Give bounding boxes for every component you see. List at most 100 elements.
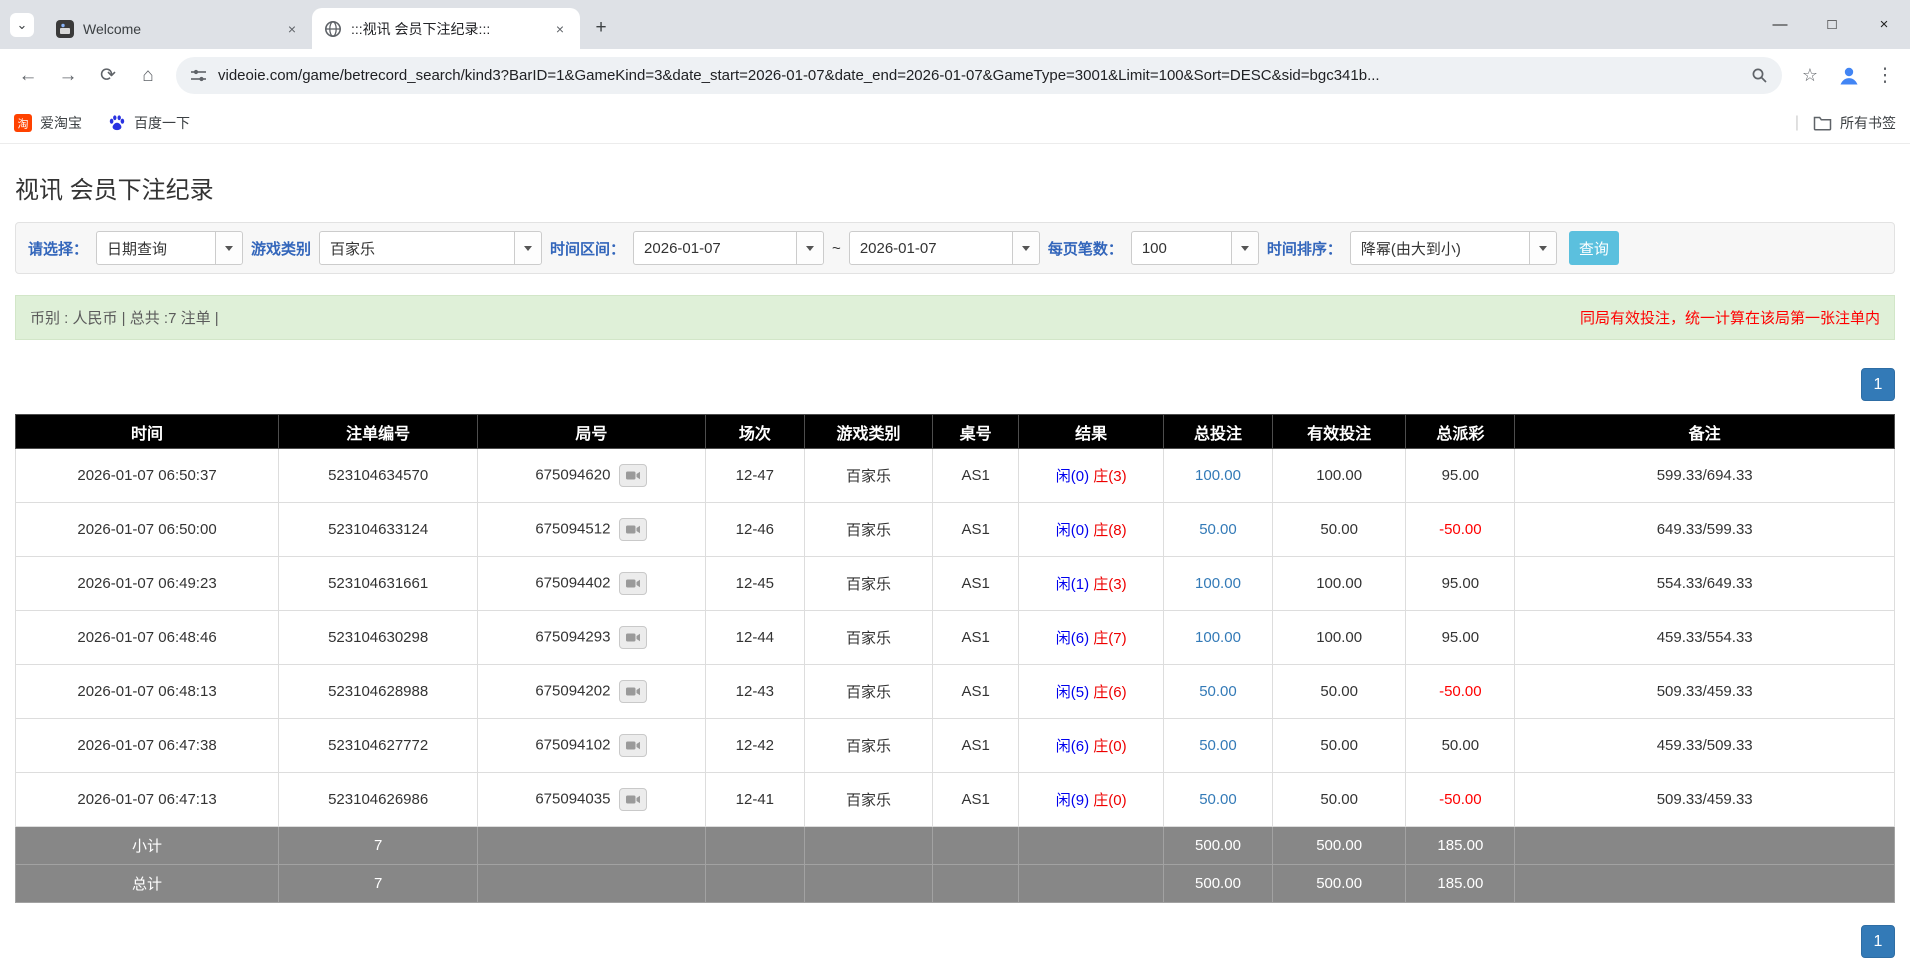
cell-payout: -50.00 [1405, 502, 1516, 557]
page-size-label: 每页笔数： [1047, 240, 1123, 258]
all-bookmarks-label: 所有书签 [1840, 114, 1896, 131]
cell-table-no: AS1 [931, 772, 1020, 827]
home-button[interactable]: ⌂ [130, 58, 166, 94]
tab-bet-records[interactable]: :::视讯 会员下注纪录::: × [312, 8, 580, 49]
chevron-down-icon[interactable] [796, 232, 824, 264]
result-banker: 庄(7) [1093, 630, 1127, 647]
total-bet-link[interactable]: 100.00 [1195, 467, 1241, 484]
cell-payout: 95.00 [1405, 610, 1516, 665]
bookmark-baidu[interactable]: 百度一下 [108, 113, 190, 133]
cell-note: 509.33/459.33 [1514, 664, 1895, 719]
cell-game-kind: 百家乐 [804, 664, 933, 719]
bet-records-table: 时间 注单编号 局号 场次 游戏类别 桌号 结果 总投注 有效投注 总派彩 备注 2026-01-0… [14, 414, 1895, 903]
chevron-down-icon[interactable] [1011, 232, 1039, 264]
tab-welcome[interactable]: Welcome × [44, 8, 312, 49]
close-tab-icon[interactable]: × [282, 19, 302, 39]
result-banker: 庄(3) [1093, 468, 1127, 485]
filter-bar: 请选择： 日期查询 游戏类别 百家乐 时间区间： 2026-01-07 ~ 20… [15, 222, 1895, 274]
footer-cell [477, 826, 706, 865]
tab-strip: ⌄ Welcome × :::视讯 会员下注纪录::: × + — □ × [0, 0, 1910, 49]
video-replay-icon[interactable] [619, 680, 648, 703]
chevron-down-icon[interactable] [215, 232, 243, 264]
cell-valid-bet: 50.00 [1271, 772, 1407, 827]
column-header: 总投注 [1163, 414, 1273, 449]
video-replay-icon[interactable] [619, 518, 648, 541]
total-bet-link[interactable]: 50.00 [1199, 683, 1237, 700]
page-size-value: 100 [1141, 239, 1167, 257]
cell-game-kind: 百家乐 [804, 502, 933, 557]
url-text[interactable]: videoie.com/game/betrecord_search/kind3?… [218, 67, 1740, 84]
new-tab-button[interactable]: + [586, 13, 616, 43]
chevron-down-icon[interactable] [514, 232, 542, 264]
game-kind-select[interactable]: 百家乐 [319, 231, 543, 265]
total-bet-link[interactable]: 100.00 [1195, 575, 1241, 592]
site-info-icon[interactable] [190, 67, 207, 84]
result-player: 闲(0) [1055, 522, 1090, 539]
total-bet-link[interactable]: 50.00 [1199, 521, 1237, 538]
total-bet-link[interactable]: 50.00 [1199, 737, 1237, 754]
maximize-button[interactable]: □ [1806, 0, 1858, 49]
cell-total-bet: 50.00 [1163, 664, 1273, 719]
cell-total-bet: 100.00 [1163, 556, 1273, 611]
tab-title: Welcome [83, 20, 142, 37]
chevron-down-icon: ⌄ [16, 17, 28, 32]
bookmark-aitaobao[interactable]: 淘 爱淘宝 [14, 113, 82, 133]
video-replay-icon[interactable] [619, 788, 648, 811]
video-replay-icon[interactable] [619, 464, 648, 487]
browser-window: ⌄ Welcome × :::视讯 会员下注纪录::: × + — □ × ← … [0, 0, 1910, 144]
date-end-select[interactable]: 2026-01-07 [848, 231, 1040, 265]
zoom-icon[interactable] [1751, 67, 1768, 84]
round-number: 675094035 [535, 790, 611, 808]
cell-round-no: 675094102 [477, 718, 706, 773]
page-1-button[interactable]: 1 [1861, 925, 1895, 958]
bookmark-label: 爱淘宝 [40, 114, 82, 131]
total-bet-link[interactable]: 100.00 [1195, 629, 1241, 646]
cell-result: 闲(9) 庄(0) [1018, 772, 1164, 827]
back-button[interactable]: ← [10, 58, 46, 94]
footer-cell [704, 826, 806, 865]
video-replay-icon[interactable] [619, 572, 648, 595]
all-bookmarks[interactable]: 所有书签 [1813, 113, 1896, 133]
cell-table-no: AS1 [931, 556, 1020, 611]
chevron-down-icon[interactable] [1230, 232, 1258, 264]
close-tab-icon[interactable]: × [550, 19, 570, 39]
total-bet-link[interactable]: 50.00 [1199, 791, 1237, 808]
search-button[interactable]: 查询 [1568, 231, 1619, 265]
page-size-select[interactable]: 100 [1130, 231, 1259, 265]
reload-button[interactable]: ⟳ [90, 58, 126, 94]
query-type-label: 请选择： [28, 240, 89, 258]
footer-cell [804, 864, 933, 903]
cell-payout: 50.00 [1405, 718, 1516, 773]
minimize-button[interactable]: — [1754, 0, 1806, 49]
result-player: 闲(6) [1055, 630, 1090, 647]
forward-button[interactable]: → [50, 58, 86, 94]
game-kind-value: 百家乐 [330, 240, 376, 258]
cell-payout: 95.00 [1405, 556, 1516, 611]
cell-game-kind: 百家乐 [804, 610, 933, 665]
bet-record-row: 2026-01-07 06:50:37 523104634570 675094620… [14, 448, 1895, 503]
result-banker: 庄(6) [1093, 684, 1127, 701]
video-replay-icon[interactable] [619, 626, 648, 649]
sort-select[interactable]: 降幂(由大到小) [1349, 231, 1557, 265]
column-header: 场次 [704, 414, 806, 449]
bet-record-row: 2026-01-07 06:47:13 523104626986 675094035… [14, 772, 1895, 827]
baidu-paw-icon [108, 114, 126, 132]
close-window-button[interactable]: × [1858, 0, 1910, 49]
cell-round-no: 675094620 [477, 448, 706, 503]
cell-game-kind: 百家乐 [804, 448, 933, 503]
cell-bet-id: 523104627772 [278, 718, 479, 773]
address-bar[interactable]: videoie.com/game/betrecord_search/kind3?… [176, 57, 1782, 94]
column-header: 备注 [1514, 414, 1895, 449]
profile-avatar-icon[interactable] [1832, 59, 1866, 93]
video-replay-icon[interactable] [619, 734, 648, 757]
bookmark-star-icon[interactable]: ☆ [1792, 58, 1828, 94]
cell-time: 2026-01-07 06:50:00 [14, 502, 280, 557]
tab-search-button[interactable]: ⌄ [10, 13, 34, 37]
page-1-button[interactable]: 1 [1861, 368, 1895, 401]
cell-table-no: AS1 [931, 718, 1020, 773]
browser-menu-icon[interactable]: ⋮ [1870, 58, 1900, 94]
bet-record-row: 2026-01-07 06:50:00 523104633124 675094512… [14, 502, 1895, 557]
date-start-select[interactable]: 2026-01-07 [633, 231, 825, 265]
query-type-select[interactable]: 日期查询 [96, 231, 244, 265]
chevron-down-icon[interactable] [1528, 232, 1556, 264]
